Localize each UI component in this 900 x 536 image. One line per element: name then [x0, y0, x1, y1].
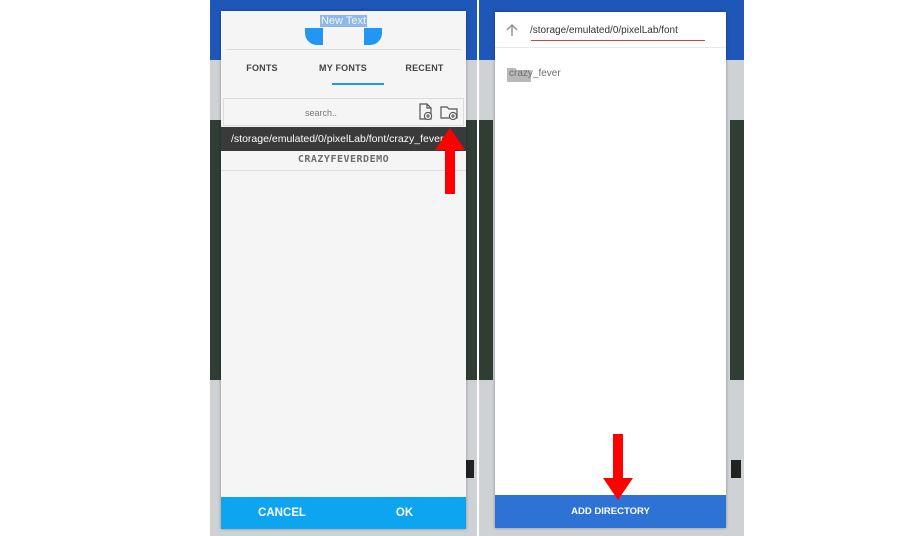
right-phone-screen: crazy_fever ADD DIRECTORY: [479, 0, 744, 536]
tab-fonts[interactable]: FONTS: [221, 57, 303, 87]
list-divider: [221, 170, 466, 171]
arrow-up-icon[interactable]: [504, 22, 520, 38]
canvas-edge: [479, 120, 493, 380]
divider: [495, 47, 726, 48]
new-file-icon[interactable]: [415, 102, 435, 122]
annotation-arrow-down: [603, 434, 633, 500]
selection-handle-right[interactable]: [364, 28, 382, 45]
tab-recent[interactable]: RECENT: [383, 57, 466, 87]
current-path-bar: /storage/emulated/0/pixelLab/font/crazy_…: [221, 127, 466, 151]
selected-text-preview: New Text: [319, 15, 368, 27]
canvas-edge: [730, 120, 744, 380]
search-input[interactable]: [264, 104, 378, 122]
background-tab: [731, 460, 741, 478]
active-tab-indicator: [332, 83, 384, 85]
search-bar: [223, 98, 464, 126]
ok-button[interactable]: OK: [343, 497, 466, 529]
new-folder-icon[interactable]: [439, 102, 459, 122]
path-field-underline: [531, 40, 705, 41]
annotation-arrow-up: [435, 128, 465, 194]
folder-item[interactable]: crazy_fever: [507, 64, 597, 82]
directory-path-field[interactable]: [530, 22, 706, 38]
dialog-header: New Text: [221, 11, 466, 49]
dialog-button-bar: CANCEL OK: [221, 497, 466, 529]
folder-name: crazy_fever: [509, 68, 561, 79]
font-list-item[interactable]: CRAZYFEVERDEMO: [221, 154, 466, 168]
left-phone-screen: New Text FONTS MY FONTS RECENT search.. …: [210, 0, 477, 536]
font-picker-dialog: New Text FONTS MY FONTS RECENT search.. …: [221, 11, 466, 529]
divider: [226, 49, 461, 50]
cancel-button[interactable]: CANCEL: [221, 497, 343, 529]
selection-handle-left[interactable]: [305, 28, 323, 45]
